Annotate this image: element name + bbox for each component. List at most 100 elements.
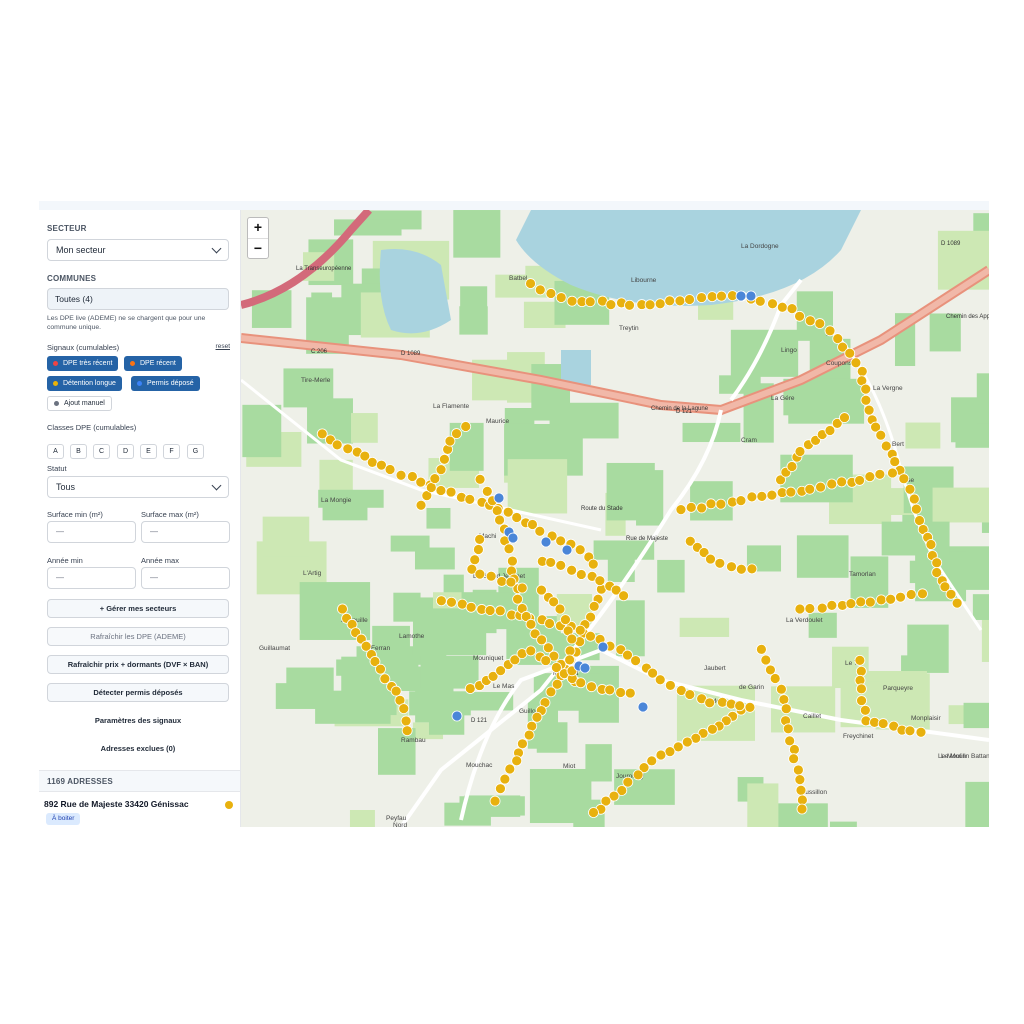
permis-marker[interactable] <box>451 710 463 722</box>
detention-marker[interactable] <box>766 489 778 501</box>
communes-select[interactable]: Toutes (4) <box>47 288 229 310</box>
detention-marker[interactable] <box>366 456 378 468</box>
detention-marker[interactable] <box>885 593 897 605</box>
detention-marker[interactable] <box>511 755 523 767</box>
detention-marker[interactable] <box>898 473 910 485</box>
detention-marker[interactable] <box>655 749 667 761</box>
detention-marker[interactable] <box>654 298 666 310</box>
surface-min-input[interactable]: — <box>47 521 136 543</box>
detention-marker[interactable] <box>644 299 656 311</box>
detention-marker[interactable] <box>675 504 687 516</box>
detention-marker[interactable] <box>887 467 898 479</box>
detention-marker[interactable] <box>484 605 496 616</box>
detention-marker[interactable] <box>925 539 937 550</box>
detention-marker[interactable] <box>951 597 963 609</box>
detention-marker[interactable] <box>716 290 727 302</box>
detention-marker[interactable] <box>584 296 596 308</box>
detention-marker[interactable] <box>624 687 636 699</box>
class-b-button[interactable]: B <box>70 444 87 459</box>
detention-marker[interactable] <box>816 602 828 614</box>
detention-marker[interactable] <box>465 601 477 613</box>
detention-marker[interactable] <box>564 645 576 657</box>
detention-marker[interactable] <box>931 557 943 569</box>
detention-marker[interactable] <box>525 645 537 657</box>
detention-marker[interactable] <box>575 677 587 689</box>
annee-max-input[interactable]: — <box>141 567 230 589</box>
detention-marker[interactable] <box>684 689 696 700</box>
detention-marker[interactable] <box>845 598 857 609</box>
chip-ajout-manuel[interactable]: Ajout manuel <box>47 396 112 411</box>
detention-marker[interactable] <box>531 711 543 723</box>
detention-marker[interactable] <box>789 744 800 755</box>
detention-marker[interactable] <box>804 603 816 614</box>
detention-marker[interactable] <box>908 493 920 505</box>
class-c-button[interactable]: C <box>93 444 110 459</box>
detention-marker[interactable] <box>839 412 850 423</box>
detention-marker[interactable] <box>746 491 758 503</box>
detecter-permis-button[interactable]: Détecter permis déposés <box>47 683 229 702</box>
detention-marker[interactable] <box>560 614 571 626</box>
detention-marker[interactable] <box>503 543 515 555</box>
detention-marker[interactable] <box>756 490 768 502</box>
detention-marker[interactable] <box>910 503 922 515</box>
detention-marker[interactable] <box>630 655 642 667</box>
detention-marker[interactable] <box>785 486 797 498</box>
detention-marker[interactable] <box>786 461 798 472</box>
detention-marker[interactable] <box>604 684 616 696</box>
detention-marker[interactable] <box>474 568 486 580</box>
detention-marker[interactable] <box>555 535 567 547</box>
detention-marker[interactable] <box>511 512 523 523</box>
detention-marker[interactable] <box>390 685 402 697</box>
detention-marker[interactable] <box>706 291 718 303</box>
detention-marker[interactable] <box>746 563 758 575</box>
detention-marker[interactable] <box>664 295 676 307</box>
detention-marker[interactable] <box>439 453 450 465</box>
class-d-button[interactable]: D <box>117 444 134 459</box>
rafraichir-prix-button[interactable]: Rafraîchir prix + dormants (DVF × BAN) <box>47 655 229 674</box>
detention-marker[interactable] <box>778 694 790 705</box>
detention-marker[interactable] <box>917 588 928 600</box>
detention-marker[interactable] <box>854 654 866 666</box>
detention-marker[interactable] <box>904 483 916 495</box>
detention-marker[interactable] <box>696 502 708 514</box>
detention-marker[interactable] <box>756 643 767 655</box>
detention-marker[interactable] <box>794 310 805 322</box>
detention-marker[interactable] <box>474 473 486 485</box>
detention-marker[interactable] <box>469 554 481 566</box>
detention-marker[interactable] <box>429 473 441 484</box>
detention-marker[interactable] <box>585 630 596 642</box>
detention-marker[interactable] <box>782 723 794 735</box>
detention-marker[interactable] <box>512 593 523 605</box>
detention-marker[interactable] <box>618 590 629 602</box>
detention-marker[interactable] <box>914 515 925 526</box>
detention-marker[interactable] <box>726 561 737 573</box>
detention-marker[interactable] <box>705 553 716 565</box>
chip-permis-depose[interactable]: Permis déposé <box>131 376 200 391</box>
permis-marker[interactable] <box>637 701 649 713</box>
detention-marker[interactable] <box>400 715 412 727</box>
detention-marker[interactable] <box>844 347 856 359</box>
detention-marker[interactable] <box>877 718 889 729</box>
annee-min-input[interactable]: — <box>47 567 136 589</box>
detention-marker[interactable] <box>451 428 462 439</box>
detention-marker[interactable] <box>875 594 887 606</box>
detention-marker[interactable] <box>780 703 792 715</box>
detention-marker[interactable] <box>860 394 872 406</box>
surface-max-input[interactable]: — <box>141 521 230 543</box>
detention-marker[interactable] <box>474 534 486 545</box>
detention-marker[interactable] <box>735 563 747 575</box>
detention-marker[interactable] <box>540 655 552 666</box>
class-g-button[interactable]: G <box>187 444 204 459</box>
detention-marker[interactable] <box>398 703 410 715</box>
detention-marker[interactable] <box>505 576 517 588</box>
detention-marker[interactable] <box>622 776 634 788</box>
detention-marker[interactable] <box>864 596 876 608</box>
detention-marker[interactable] <box>401 725 413 737</box>
detention-marker[interactable] <box>464 683 476 694</box>
detention-marker[interactable] <box>485 570 497 582</box>
detention-marker[interactable] <box>337 603 348 615</box>
permis-marker[interactable] <box>540 536 552 548</box>
detention-marker[interactable] <box>545 686 557 698</box>
detention-marker[interactable] <box>375 663 386 675</box>
detention-marker[interactable] <box>767 298 778 310</box>
